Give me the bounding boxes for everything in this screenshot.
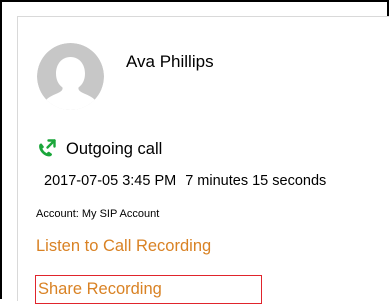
default-person-avatar-icon (37, 43, 104, 110)
contact-avatar (37, 43, 104, 110)
share-recording-link[interactable]: Share Recording (38, 280, 162, 299)
call-duration: 7 minutes 15 seconds (185, 173, 327, 189)
outgoing-call-icon (39, 139, 56, 157)
call-meta: 2017-07-05 3:45 PM 7 minutes 15 seconds (44, 173, 326, 189)
window-frame: Ava Phillips Outgoing call 2017-07-05 3:… (0, 0, 389, 304)
contact-name: Ava Phillips (126, 52, 214, 71)
call-type-row: Outgoing call (36, 138, 162, 160)
call-detail-card: Ava Phillips Outgoing call 2017-07-05 3:… (17, 16, 389, 304)
call-datetime: 2017-07-05 3:45 PM (44, 173, 177, 189)
call-type-label: Outgoing call (66, 139, 163, 158)
call-account: Account: My SIP Account (36, 208, 160, 220)
listen-recording-link[interactable]: Listen to Call Recording (36, 237, 211, 256)
